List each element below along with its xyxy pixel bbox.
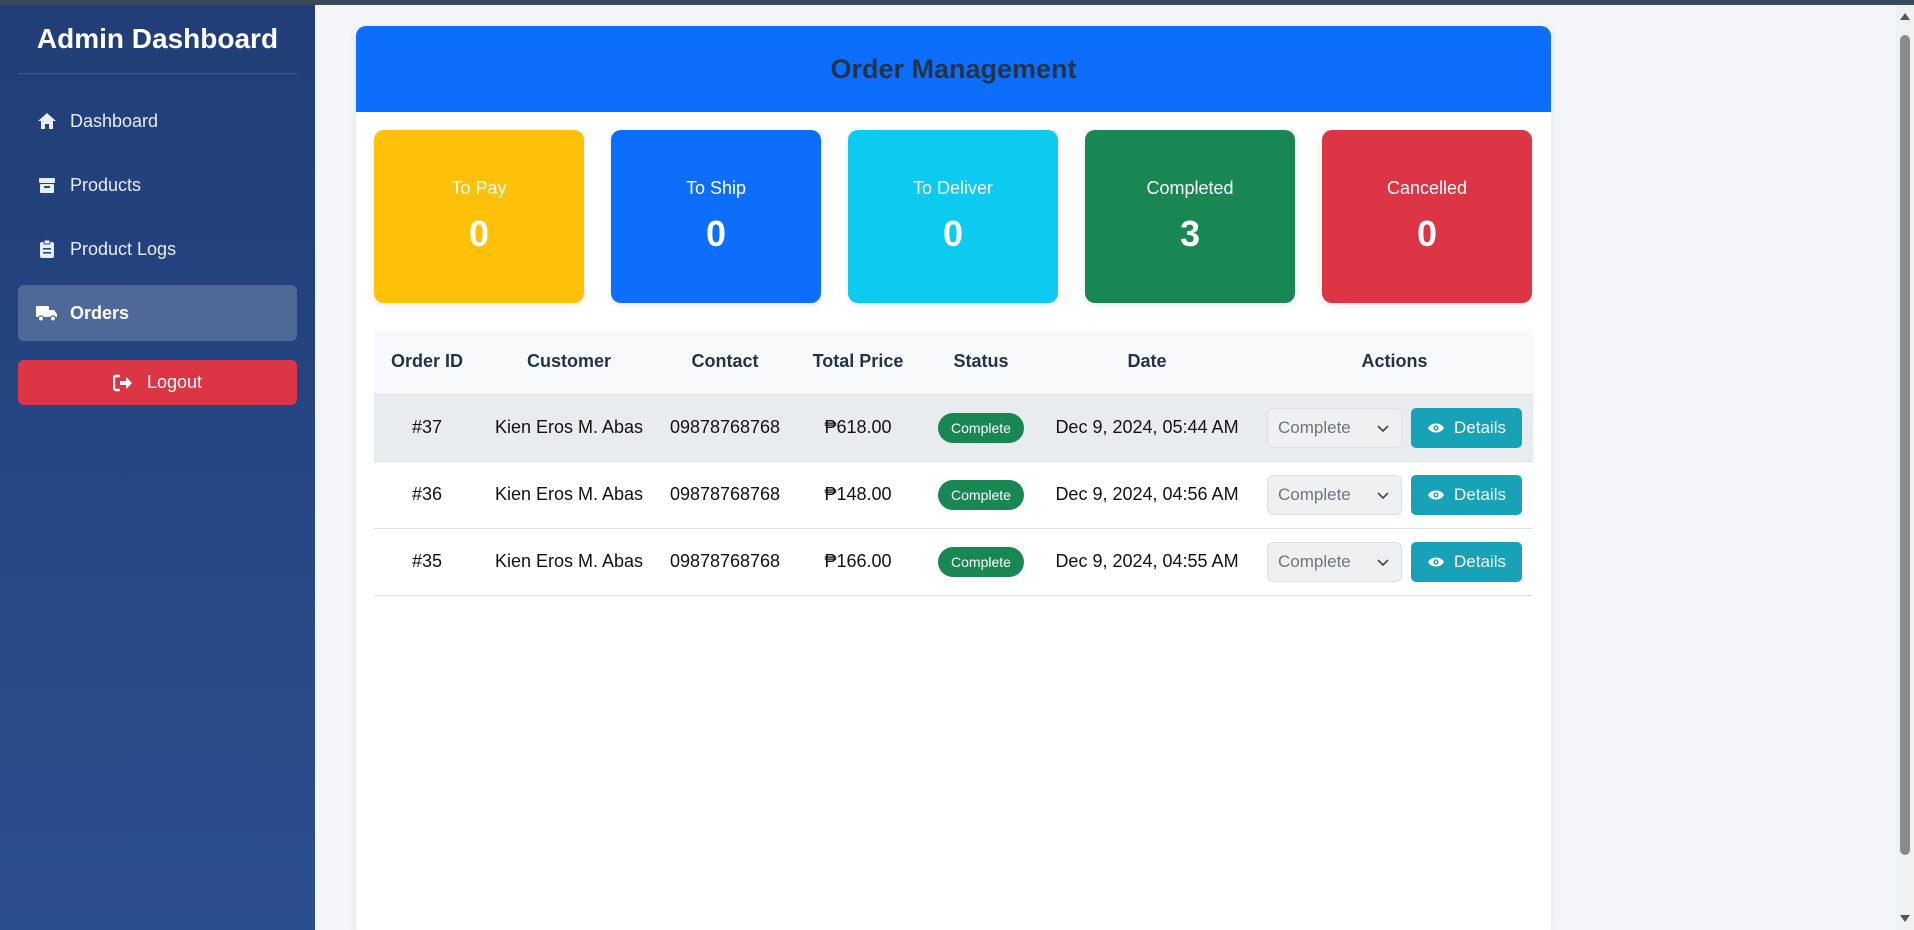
sidebar-item-orders[interactable]: Orders <box>18 285 297 341</box>
truck-icon <box>36 302 58 324</box>
clipboard-icon <box>36 238 58 260</box>
card-count: 3 <box>1179 213 1201 254</box>
customer-name: Kien Eros M. Abas <box>480 461 658 529</box>
order-id: #37 <box>374 394 480 462</box>
sidebar-title: Admin Dashboard <box>18 5 297 74</box>
orders-table-container: Order ID Customer Contact Total Price St… <box>374 330 1533 596</box>
details-button[interactable]: Details <box>1411 407 1522 448</box>
sidebar-item-products[interactable]: Products <box>18 157 297 213</box>
status-card-completed: Completed 3 <box>1085 130 1295 303</box>
card-count: 0 <box>942 213 964 254</box>
status-select-value: Complete <box>1278 551 1351 571</box>
sidebar-nav: Dashboard Products Product Logs Orders <box>0 93 315 341</box>
details-label: Details <box>1454 484 1506 504</box>
card-label: To Ship <box>685 178 747 198</box>
sidebar-item-label: Orders <box>70 302 130 323</box>
contact-number: 09878768768 <box>658 461 792 529</box>
card-label: To Pay <box>451 178 507 198</box>
logout-label: Logout <box>146 372 203 392</box>
sidebar: Admin Dashboard Dashboard Products Produ… <box>0 5 315 930</box>
status-badge: Complete <box>938 479 1024 510</box>
sidebar-item-label: Product Logs <box>70 238 177 259</box>
eye-icon <box>1427 556 1445 568</box>
table-row: #35 Kien Eros M. Abas 09878768768 ₱166.0… <box>374 528 1533 596</box>
vertical-scrollbar[interactable] <box>1896 5 1914 930</box>
card-count: 0 <box>1416 213 1438 254</box>
order-date: Dec 9, 2024, 04:55 AM <box>1038 528 1256 596</box>
order-id: #35 <box>374 528 480 596</box>
orders-table: Order ID Customer Contact Total Price St… <box>374 330 1533 596</box>
details-label: Details <box>1454 417 1506 437</box>
sidebar-item-label: Dashboard <box>70 110 159 131</box>
card-count: 0 <box>468 213 490 254</box>
column-header-order-id: Order ID <box>374 330 480 395</box>
sidebar-item-label: Products <box>70 174 142 195</box>
eye-icon <box>1427 422 1445 434</box>
column-header-actions: Actions <box>1256 330 1533 395</box>
status-card-to-deliver: To Deliver 0 <box>848 130 1058 303</box>
box-icon <box>36 174 58 196</box>
status-select[interactable]: Complete <box>1267 541 1402 582</box>
logout-button[interactable]: Logout <box>18 360 297 405</box>
contact-number: 09878768768 <box>658 528 792 596</box>
order-id: #36 <box>374 461 480 529</box>
app-window: Admin Dashboard Dashboard Products Produ… <box>0 5 1914 930</box>
chevron-down-icon <box>1377 552 1389 572</box>
card-label: Completed <box>1146 178 1234 198</box>
total-price: ₱618.00 <box>792 394 924 462</box>
table-header-row: Order ID Customer Contact Total Price St… <box>374 330 1533 395</box>
scroll-down-arrow-icon[interactable] <box>1900 915 1910 922</box>
eye-icon <box>1427 489 1445 501</box>
column-header-date: Date <box>1038 330 1256 395</box>
status-select-value: Complete <box>1278 484 1351 504</box>
contact-number: 09878768768 <box>658 394 792 462</box>
sidebar-item-dashboard[interactable]: Dashboard <box>18 93 297 149</box>
customer-name: Kien Eros M. Abas <box>480 394 658 462</box>
order-date: Dec 9, 2024, 05:44 AM <box>1038 394 1256 462</box>
status-select-value: Complete <box>1278 417 1351 437</box>
status-cards: To Pay 0 To Ship 0 To Deliver 0 Complete… <box>356 112 1551 303</box>
customer-name: Kien Eros M. Abas <box>480 528 658 596</box>
status-card-to-pay: To Pay 0 <box>374 130 584 303</box>
column-header-customer: Customer <box>480 330 658 395</box>
card-label: To Deliver <box>912 178 994 198</box>
card-label: Cancelled <box>1386 178 1468 198</box>
table-row: #36 Kien Eros M. Abas 09878768768 ₱148.0… <box>374 461 1533 529</box>
details-button[interactable]: Details <box>1411 541 1522 582</box>
chevron-down-icon <box>1377 418 1389 438</box>
total-price: ₱148.00 <box>792 461 924 529</box>
scroll-up-arrow-icon[interactable] <box>1900 13 1910 20</box>
page-title: Order Management <box>356 26 1551 112</box>
total-price: ₱166.00 <box>792 528 924 596</box>
sidebar-item-product-logs[interactable]: Product Logs <box>18 221 297 277</box>
status-select[interactable]: Complete <box>1267 407 1402 448</box>
status-badge: Complete <box>938 546 1024 577</box>
card-count: 0 <box>705 213 727 254</box>
details-label: Details <box>1454 551 1506 571</box>
table-row: #37 Kien Eros M. Abas 09878768768 ₱618.0… <box>374 394 1533 462</box>
column-header-status: Status <box>924 330 1038 395</box>
home-icon <box>36 110 58 132</box>
order-management-panel: Order Management To Pay 0 To Ship 0 To D… <box>356 26 1551 930</box>
sign-out-icon <box>112 374 133 392</box>
column-header-total-price: Total Price <box>792 330 924 395</box>
status-badge: Complete <box>938 412 1024 443</box>
chevron-down-icon <box>1377 485 1389 505</box>
details-button[interactable]: Details <box>1411 474 1522 515</box>
scrollbar-thumb[interactable] <box>1900 35 1910 855</box>
column-header-contact: Contact <box>658 330 792 395</box>
status-card-cancelled: Cancelled 0 <box>1322 130 1532 303</box>
order-date: Dec 9, 2024, 04:56 AM <box>1038 461 1256 529</box>
status-select[interactable]: Complete <box>1267 474 1402 515</box>
status-card-to-ship: To Ship 0 <box>611 130 821 303</box>
